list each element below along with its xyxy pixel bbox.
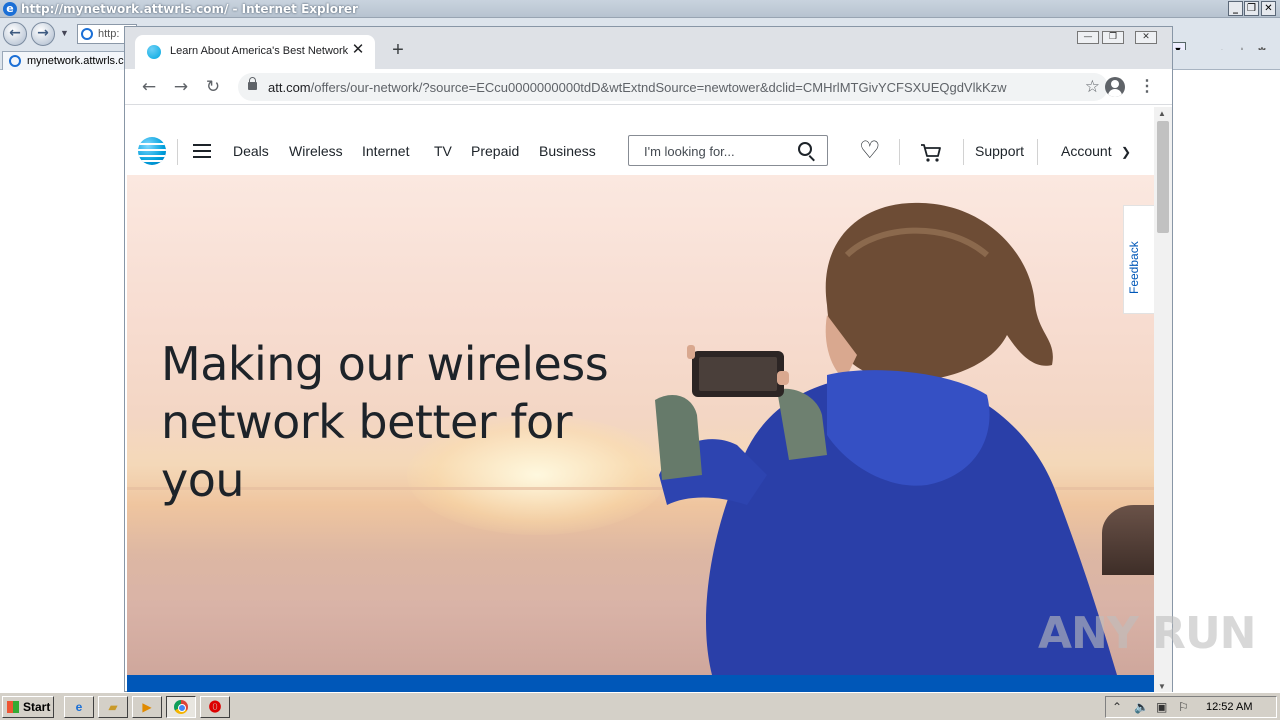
chevron-down-icon[interactable]: ❯ <box>1121 145 1131 159</box>
bookmark-star-icon[interactable]: ☆ <box>1085 77 1100 97</box>
ie-back-button[interactable]: ← <box>3 22 27 46</box>
close-tab-icon[interactable]: ✕ <box>349 41 367 59</box>
ie-minimize-button[interactable]: _ <box>1228 1 1243 16</box>
hamburger-menu-icon[interactable] <box>193 144 211 158</box>
support-link[interactable]: Support <box>975 143 1024 159</box>
nav-internet[interactable]: Internet <box>362 143 409 159</box>
feedback-tab[interactable]: Feedback <box>1123 205 1154 314</box>
att-header: Deals Wireless Internet TV Prepaid Busin… <box>127 107 1154 175</box>
scroll-down-icon[interactable]: ▼ <box>1158 682 1166 691</box>
action-center-flag-icon[interactable]: ⚐ <box>1178 700 1189 714</box>
nav-prepaid[interactable]: Prepaid <box>471 143 519 159</box>
chrome-window: Learn About America's Best Network ✕ + —… <box>124 26 1173 693</box>
address-bar[interactable]: att.com/offers/our-network/?source=ECcu0… <box>238 73 1108 101</box>
att-logo-icon[interactable] <box>138 137 166 165</box>
search-icon[interactable] <box>798 142 812 156</box>
cart-icon[interactable] <box>920 143 942 163</box>
chrome-close-button[interactable]: ✕ <box>1135 31 1157 44</box>
divider <box>177 139 178 165</box>
divider <box>1037 139 1038 165</box>
ie-page-icon <box>81 28 93 40</box>
ie-address-text: http: <box>98 28 120 40</box>
chrome-minimize-button[interactable]: — <box>1077 31 1099 44</box>
chrome-tab-title: Learn About America's Best Network <box>170 45 348 57</box>
ie-history-dropdown-icon[interactable]: ▼ <box>60 28 69 38</box>
page-viewport: Deals Wireless Internet TV Prepaid Busin… <box>127 107 1154 693</box>
chrome-menu-icon[interactable]: ⋮ <box>1139 75 1155 99</box>
feedback-label: Feedback <box>1127 241 1141 294</box>
hero-banner: Making our wireless network better for y… <box>127 175 1154 675</box>
att-favicon-icon <box>147 45 161 59</box>
hero-bottom-bar <box>127 675 1154 693</box>
nav-wireless[interactable]: Wireless <box>289 143 343 159</box>
forward-icon[interactable]: → <box>169 75 193 99</box>
lock-icon[interactable] <box>248 77 257 90</box>
volume-icon[interactable]: 🔈 <box>1134 700 1149 714</box>
account-menu[interactable]: Account <box>1061 143 1112 159</box>
taskbar-opera-icon[interactable]: ⓿ <box>200 696 230 718</box>
taskbar: Start e ▰ ▶ ⓿ ⌃ 🔈 ▣ ⚐ 12:52 AM <box>0 692 1280 720</box>
address-url: att.com/offers/our-network/?source=ECcu0… <box>268 80 1007 95</box>
nav-tv[interactable]: TV <box>434 143 452 159</box>
nav-deals[interactable]: Deals <box>233 143 269 159</box>
search-placeholder: I'm looking for... <box>644 144 735 159</box>
chrome-restore-button[interactable]: ❐ <box>1102 31 1124 44</box>
search-input[interactable]: I'm looking for... <box>628 135 828 166</box>
ie-tab-icon <box>9 55 21 67</box>
system-tray: ⌃ 🔈 ▣ ⚐ 12:52 AM <box>1105 696 1277 718</box>
taskbar-chrome-icon[interactable] <box>166 696 196 718</box>
anyrun-watermark: ANY RUN <box>1038 608 1256 659</box>
chrome-tab[interactable]: Learn About America's Best Network ✕ <box>135 35 375 69</box>
ie-forward-button[interactable]: → <box>31 22 55 46</box>
windows-flag-icon <box>7 701 19 713</box>
scroll-thumb[interactable] <box>1157 121 1169 233</box>
start-label: Start <box>23 700 51 714</box>
tray-expand-icon[interactable]: ⌃ <box>1112 700 1122 714</box>
page-scrollbar[interactable]: ▲ ▼ <box>1154 107 1172 693</box>
reload-icon[interactable]: ↻ <box>201 75 225 99</box>
ie-tab[interactable]: mynetwork.attwrls.c <box>2 51 132 70</box>
ie-restore-button[interactable]: ❐ <box>1244 1 1259 16</box>
clock: 12:52 AM <box>1206 701 1253 713</box>
ie-close-button[interactable]: ✕ <box>1261 1 1276 16</box>
heart-icon[interactable]: ♡ <box>859 139 881 163</box>
taskbar-explorer-icon[interactable]: ▰ <box>98 696 128 718</box>
divider <box>963 139 964 165</box>
new-tab-button[interactable]: + <box>387 39 409 61</box>
chrome-toolbar: ← → ↻ att.com/offers/our-network/?source… <box>125 69 1172 105</box>
divider <box>899 139 900 165</box>
network-icon[interactable]: ▣ <box>1156 700 1167 714</box>
scroll-up-icon[interactable]: ▲ <box>1158 109 1166 118</box>
profile-icon[interactable] <box>1105 77 1125 97</box>
taskbar-media-player-icon[interactable]: ▶ <box>132 696 162 718</box>
taskbar-ie-icon[interactable]: e <box>64 696 94 718</box>
nav-business[interactable]: Business <box>539 143 596 159</box>
hero-title: Making our wireless network better for y… <box>161 337 609 507</box>
ie-logo-icon: e <box>3 2 17 16</box>
back-icon[interactable]: ← <box>137 75 161 99</box>
ie-window-title: http://mynetwork.attwrls.com/ - Internet… <box>21 2 358 16</box>
ie-title-bar: e http://mynetwork.attwrls.com/ - Intern… <box>0 0 1280 18</box>
chrome-tab-bar: Learn About America's Best Network ✕ + —… <box>125 27 1172 69</box>
start-button[interactable]: Start <box>2 696 54 718</box>
ie-tab-label: mynetwork.attwrls.c <box>27 55 124 67</box>
